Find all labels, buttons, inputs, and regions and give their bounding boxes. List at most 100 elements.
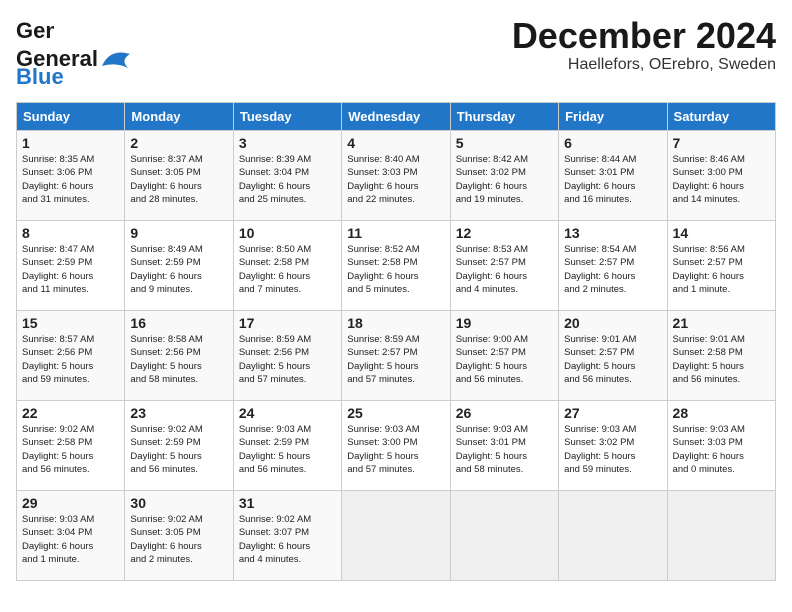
logo: General General Blue <box>16 16 136 90</box>
calendar-header-row: Sunday Monday Tuesday Wednesday Thursday… <box>17 103 776 131</box>
day-number: 13 <box>564 225 661 241</box>
table-row: 28 Sunrise: 9:03 AMSunset: 3:03 PMDayligh… <box>667 401 775 491</box>
col-thursday: Thursday <box>450 103 558 131</box>
day-number: 17 <box>239 315 336 331</box>
col-tuesday: Tuesday <box>233 103 341 131</box>
logo-swoosh-icon <box>100 46 134 72</box>
day-info: Sunrise: 8:50 AMSunset: 2:58 PMDaylight:… <box>239 243 336 296</box>
table-row: 1 Sunrise: 8:35 AMSunset: 3:06 PMDaylight… <box>17 131 125 221</box>
table-row: 24 Sunrise: 9:03 AMSunset: 2:59 PMDayligh… <box>233 401 341 491</box>
day-number: 21 <box>673 315 770 331</box>
day-info: Sunrise: 8:58 AMSunset: 2:56 PMDaylight:… <box>130 333 227 386</box>
table-row: 2 Sunrise: 8:37 AMSunset: 3:05 PMDaylight… <box>125 131 233 221</box>
day-info: Sunrise: 8:54 AMSunset: 2:57 PMDaylight:… <box>564 243 661 296</box>
day-number: 1 <box>22 135 119 151</box>
day-number: 26 <box>456 405 553 421</box>
table-row: 22 Sunrise: 9:02 AMSunset: 2:58 PMDayligh… <box>17 401 125 491</box>
day-info: Sunrise: 9:01 AMSunset: 2:57 PMDaylight:… <box>564 333 661 386</box>
table-row: 20 Sunrise: 9:01 AMSunset: 2:57 PMDayligh… <box>559 311 667 401</box>
day-info: Sunrise: 8:35 AMSunset: 3:06 PMDaylight:… <box>22 153 119 206</box>
table-row: 19Sunrise: 9:00 AMSunset: 2:57 PMDayligh… <box>450 311 558 401</box>
day-info: Sunrise: 9:02 AMSunset: 3:07 PMDaylight:… <box>239 513 336 566</box>
table-row: 16Sunrise: 8:58 AMSunset: 2:56 PMDayligh… <box>125 311 233 401</box>
day-number: 2 <box>130 135 227 151</box>
day-info: Sunrise: 9:03 AMSunset: 2:59 PMDaylight:… <box>239 423 336 476</box>
col-wednesday: Wednesday <box>342 103 450 131</box>
table-row: 18Sunrise: 8:59 AMSunset: 2:57 PMDayligh… <box>342 311 450 401</box>
day-info: Sunrise: 9:03 AMSunset: 3:02 PMDaylight:… <box>564 423 661 476</box>
day-info: Sunrise: 9:02 AMSunset: 2:58 PMDaylight:… <box>22 423 119 476</box>
day-number: 7 <box>673 135 770 151</box>
day-number: 28 <box>673 405 770 421</box>
table-row: 27Sunrise: 9:03 AMSunset: 3:02 PMDayligh… <box>559 401 667 491</box>
day-number: 25 <box>347 405 444 421</box>
day-info: Sunrise: 8:44 AMSunset: 3:01 PMDaylight:… <box>564 153 661 206</box>
day-info: Sunrise: 9:02 AMSunset: 3:05 PMDaylight:… <box>130 513 227 566</box>
svg-text:General: General <box>16 18 54 43</box>
day-info: Sunrise: 8:53 AMSunset: 2:57 PMDaylight:… <box>456 243 553 296</box>
table-row <box>559 491 667 581</box>
day-number: 31 <box>239 495 336 511</box>
day-number: 29 <box>22 495 119 511</box>
day-number: 9 <box>130 225 227 241</box>
table-row: 3Sunrise: 8:39 AMSunset: 3:04 PMDaylight… <box>233 131 341 221</box>
calendar-week-row: 29 Sunrise: 9:03 AMSunset: 3:04 PMDayligh… <box>17 491 776 581</box>
day-info: Sunrise: 8:59 AMSunset: 2:56 PMDaylight:… <box>239 333 336 386</box>
table-row: 26 Sunrise: 9:03 AMSunset: 3:01 PMDayligh… <box>450 401 558 491</box>
day-number: 30 <box>130 495 227 511</box>
day-number: 5 <box>456 135 553 151</box>
col-sunday: Sunday <box>17 103 125 131</box>
calendar-week-row: 8Sunrise: 8:47 AMSunset: 2:59 PMDaylight… <box>17 221 776 311</box>
title-area: December 2024 Haellefors, OErebro, Swede… <box>512 16 776 74</box>
table-row: 21 Sunrise: 9:01 AMSunset: 2:58 PMDayligh… <box>667 311 775 401</box>
day-info: Sunrise: 8:56 AMSunset: 2:57 PMDaylight:… <box>673 243 770 296</box>
table-row: 8Sunrise: 8:47 AMSunset: 2:59 PMDaylight… <box>17 221 125 311</box>
day-number: 22 <box>22 405 119 421</box>
table-row: 10 Sunrise: 8:50 AMSunset: 2:58 PMDayligh… <box>233 221 341 311</box>
table-row: 5 Sunrise: 8:42 AMSunset: 3:02 PMDaylight… <box>450 131 558 221</box>
month-title: December 2024 <box>512 16 776 56</box>
day-number: 4 <box>347 135 444 151</box>
table-row <box>450 491 558 581</box>
location-subtitle: Haellefors, OErebro, Sweden <box>512 56 776 74</box>
table-row: 11 Sunrise: 8:52 AMSunset: 2:58 PMDayligh… <box>342 221 450 311</box>
calendar-table: Sunday Monday Tuesday Wednesday Thursday… <box>16 102 776 581</box>
day-number: 12 <box>456 225 553 241</box>
table-row: 25 Sunrise: 9:03 AMSunset: 3:00 PMDayligh… <box>342 401 450 491</box>
day-number: 10 <box>239 225 336 241</box>
day-info: Sunrise: 9:03 AMSunset: 3:04 PMDaylight:… <box>22 513 119 566</box>
day-number: 6 <box>564 135 661 151</box>
day-info: Sunrise: 9:02 AMSunset: 2:59 PMDaylight:… <box>130 423 227 476</box>
table-row: 17 Sunrise: 8:59 AMSunset: 2:56 PMDayligh… <box>233 311 341 401</box>
page-header: General General Blue December 2024 Haell… <box>16 16 776 90</box>
day-info: Sunrise: 8:57 AMSunset: 2:56 PMDaylight:… <box>22 333 119 386</box>
table-row: 15Sunrise: 8:57 AMSunset: 2:56 PMDayligh… <box>17 311 125 401</box>
table-row: 30 Sunrise: 9:02 AMSunset: 3:05 PMDayligh… <box>125 491 233 581</box>
day-number: 23 <box>130 405 227 421</box>
day-info: Sunrise: 8:42 AMSunset: 3:02 PMDaylight:… <box>456 153 553 206</box>
table-row: 12 Sunrise: 8:53 AMSunset: 2:57 PMDayligh… <box>450 221 558 311</box>
day-number: 20 <box>564 315 661 331</box>
calendar-week-row: 1 Sunrise: 8:35 AMSunset: 3:06 PMDaylight… <box>17 131 776 221</box>
logo-bird-icon: General <box>16 16 54 46</box>
col-friday: Friday <box>559 103 667 131</box>
table-row <box>667 491 775 581</box>
table-row: 14Sunrise: 8:56 AMSunset: 2:57 PMDayligh… <box>667 221 775 311</box>
day-info: Sunrise: 9:03 AMSunset: 3:00 PMDaylight:… <box>347 423 444 476</box>
table-row: 4Sunrise: 8:40 AMSunset: 3:03 PMDaylight… <box>342 131 450 221</box>
col-saturday: Saturday <box>667 103 775 131</box>
table-row: 7 Sunrise: 8:46 AMSunset: 3:00 PMDaylight… <box>667 131 775 221</box>
day-info: Sunrise: 8:46 AMSunset: 3:00 PMDaylight:… <box>673 153 770 206</box>
day-info: Sunrise: 9:03 AMSunset: 3:01 PMDaylight:… <box>456 423 553 476</box>
day-number: 11 <box>347 225 444 241</box>
table-row: 6 Sunrise: 8:44 AMSunset: 3:01 PMDaylight… <box>559 131 667 221</box>
day-number: 24 <box>239 405 336 421</box>
day-info: Sunrise: 9:01 AMSunset: 2:58 PMDaylight:… <box>673 333 770 386</box>
day-info: Sunrise: 9:03 AMSunset: 3:03 PMDaylight:… <box>673 423 770 476</box>
day-info: Sunrise: 8:37 AMSunset: 3:05 PMDaylight:… <box>130 153 227 206</box>
table-row: 23 Sunrise: 9:02 AMSunset: 2:59 PMDayligh… <box>125 401 233 491</box>
logo-blue: Blue <box>16 64 64 90</box>
table-row: 13 Sunrise: 8:54 AMSunset: 2:57 PMDayligh… <box>559 221 667 311</box>
table-row: 31 Sunrise: 9:02 AMSunset: 3:07 PMDayligh… <box>233 491 341 581</box>
day-info: Sunrise: 8:52 AMSunset: 2:58 PMDaylight:… <box>347 243 444 296</box>
